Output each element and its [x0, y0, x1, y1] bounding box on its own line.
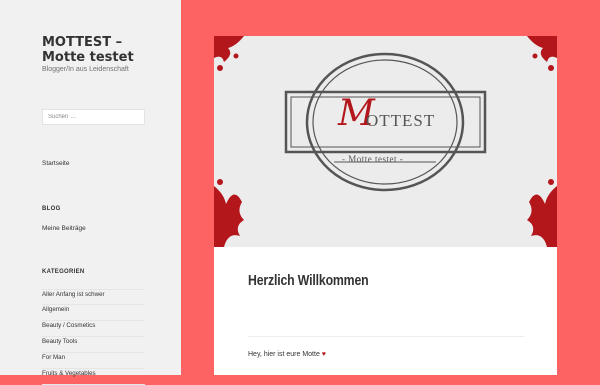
site-tagline: Blogger/In aus Leidenschaft	[42, 66, 129, 73]
ornament-top-right	[527, 36, 557, 71]
site-title[interactable]: MOTTEST – Motte testet	[42, 35, 167, 65]
category-item[interactable]: Beauty / Cosmetics	[42, 321, 145, 337]
heart-icon: ♥	[321, 351, 326, 358]
logo-subtitle: - Motte testet -	[342, 154, 404, 164]
blog-widget-heading: BLOG	[42, 206, 61, 212]
search-box[interactable]	[42, 109, 145, 125]
my-posts-link[interactable]: Meine Beiträge	[42, 225, 86, 232]
category-item[interactable]: For Man	[42, 353, 145, 369]
logo-word: OTTEST	[366, 111, 436, 130]
search-input[interactable]	[48, 114, 143, 120]
ornament-bottom-left	[214, 179, 244, 247]
header-logo-graphic	[214, 36, 557, 247]
ornament-bottom-right	[527, 179, 557, 247]
post-text: Hey, hier ist eure Motte	[248, 351, 320, 358]
post-divider	[248, 336, 524, 337]
category-item[interactable]: Allgemein	[42, 305, 145, 321]
category-item[interactable]: Beauty Tools	[42, 337, 145, 353]
post-title[interactable]: Herzlich Willkommen	[248, 272, 369, 289]
ornament-top-left	[214, 36, 244, 71]
post-card: M OTTEST - Motte testet - Herzlich Willk…	[214, 36, 557, 375]
categories-heading: KATEGORIEN	[42, 269, 85, 275]
sidebar: MOTTEST – Motte testet Blogger/In aus Le…	[0, 0, 181, 385]
category-item[interactable]: Aller Anfang ist schwer	[42, 289, 145, 305]
header-image: M OTTEST - Motte testet -	[214, 36, 557, 247]
nav-home-link[interactable]: Startseite	[42, 160, 69, 167]
post-body: Hey, hier ist eure Motte ♥	[248, 351, 326, 358]
category-item[interactable]: Fruits & Vegetables	[42, 369, 145, 385]
